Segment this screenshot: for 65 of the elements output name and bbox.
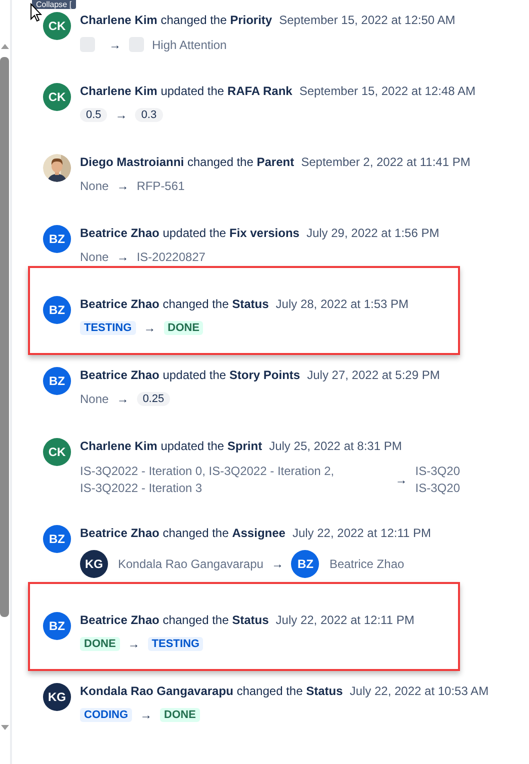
activity-summary: Beatrice Zhao updated the Fix versions	[80, 225, 300, 241]
arrow-icon: →	[395, 473, 408, 487]
activity-date: September 15, 2022 at 12:48 AM	[299, 83, 476, 99]
arrow-icon: →	[140, 708, 152, 722]
field-value: RFP-561	[136, 179, 185, 193]
user-avatar: BZ	[43, 367, 71, 395]
user-avatar: CK	[43, 438, 71, 466]
arrow-icon: →	[116, 250, 129, 264]
field-value: None	[80, 250, 109, 264]
activity-summary: Charlene Kim updated the RAFA Rank	[80, 83, 292, 99]
field-value: IS-3Q20	[415, 463, 460, 480]
user-avatar: BZ	[43, 225, 71, 253]
activity-summary: Beatrice Zhao changed the Status	[80, 612, 269, 628]
activity-summary: Charlene Kim changed the Priority	[80, 12, 272, 28]
arrow-icon: →	[109, 38, 121, 52]
activity-date: July 22, 2022 at 12:11 PM	[292, 525, 431, 541]
arrow-icon: →	[115, 108, 128, 122]
activity-date: July 22, 2022 at 10:53 AM	[350, 683, 489, 699]
status-lozenge: DONE	[160, 708, 200, 722]
scrollbar-thumb[interactable]	[0, 57, 9, 617]
activity-date: July 25, 2022 at 8:31 PM	[269, 438, 402, 454]
user-avatar: BZ	[43, 612, 71, 640]
activity-summary: Beatrice Zhao changed the Status	[80, 296, 269, 312]
status-lozenge: TESTING	[148, 637, 204, 651]
arrow-icon: →	[271, 557, 284, 571]
value-chip: 0.25	[136, 392, 170, 406]
activity-summary: Kondala Rao Gangavarapu changed the Status	[80, 683, 343, 699]
scroll-up-icon[interactable]	[1, 44, 9, 49]
status-lozenge: DONE	[164, 321, 204, 335]
activity-summary: Beatrice Zhao changed the Assignee	[80, 525, 286, 541]
user-avatar: CK	[43, 83, 71, 111]
activity-date: July 28, 2022 at 1:53 PM	[276, 296, 409, 312]
activity-date: July 22, 2022 at 12:11 PM	[276, 612, 414, 628]
activity-summary: Charlene Kim updated the Sprint	[80, 438, 262, 454]
user-avatar: KG	[80, 550, 108, 578]
activity-date: July 27, 2022 at 5:29 PM	[307, 367, 440, 383]
activity-summary: Beatrice Zhao updated the Story Points	[80, 367, 300, 383]
activity-date: September 15, 2022 at 12:50 AM	[279, 12, 456, 28]
status-lozenge: TESTING	[80, 321, 136, 335]
arrow-icon: →	[116, 392, 129, 406]
field-value: IS-20220827	[136, 250, 206, 264]
user-avatar: KG	[43, 683, 71, 711]
activity-summary: Diego Mastroianni changed the Parent	[80, 154, 294, 170]
field-value: IS-3Q2022 - Iteration 0, IS-3Q2022 - Iteration 2, IS-3Q2022 - Iteration 3	[80, 463, 336, 497]
user-avatar: CK	[43, 12, 71, 40]
status-lozenge: CODING	[80, 708, 132, 722]
value-chip: 0.5	[80, 108, 108, 122]
user-avatar: BZ	[43, 296, 71, 324]
field-value: IS-3Q20	[415, 480, 460, 497]
activity-date: September 2, 2022 at 11:41 PM	[301, 154, 470, 170]
user-avatar: BZ	[43, 525, 71, 553]
activity-date: July 29, 2022 at 1:56 PM	[306, 225, 440, 241]
status-lozenge: DONE	[80, 637, 120, 651]
arrow-icon: →	[144, 321, 156, 335]
field-value: None	[80, 392, 109, 406]
user-avatar: BZ	[291, 550, 320, 578]
field-value: None	[80, 179, 109, 193]
priority-value: High Attention	[152, 38, 227, 52]
tooltip: Collapse [	[32, 0, 76, 9]
user-name: Kondala Rao Gangavarapu	[118, 557, 264, 571]
scroll-down-icon[interactable]	[1, 725, 9, 730]
arrow-icon: →	[128, 637, 140, 651]
value-chip: 0.3	[135, 108, 163, 122]
user-name: Beatrice Zhao	[329, 557, 404, 571]
arrow-icon: →	[116, 179, 129, 193]
